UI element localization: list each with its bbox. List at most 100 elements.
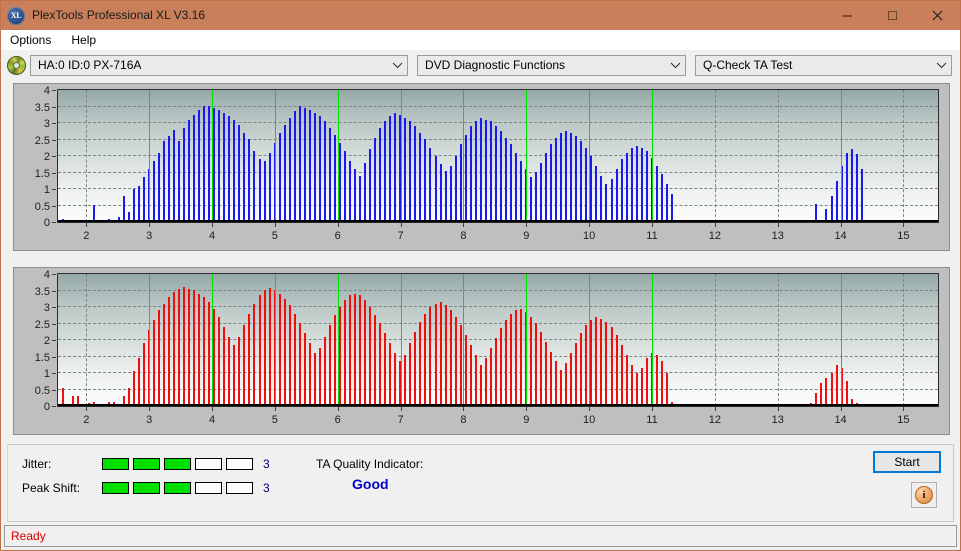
chart-bar — [269, 288, 271, 406]
top-plot-area — [57, 89, 939, 223]
chart-bar — [424, 139, 426, 222]
x-tick — [903, 407, 905, 411]
chart-bar — [485, 358, 487, 406]
chart-bar — [656, 166, 658, 222]
chart-bar — [424, 314, 426, 406]
chart-bar — [616, 169, 618, 222]
chart-bar — [314, 353, 316, 406]
minimize-button[interactable] — [825, 1, 870, 30]
chart-bar — [621, 159, 623, 222]
chart-bar — [133, 371, 135, 406]
chart-bar — [193, 290, 195, 406]
chart-bar — [636, 146, 638, 222]
x-axis-baseline — [58, 220, 938, 222]
marker-line — [149, 274, 150, 406]
function-select[interactable]: DVD Diagnostic Functions — [417, 54, 686, 76]
chart-bar — [238, 337, 240, 406]
x-tick — [212, 407, 213, 411]
x-tick — [337, 407, 339, 411]
indicator-panel: Jitter: 3 Peak Shift: 3 TA Quality Indic… — [7, 444, 954, 522]
jitter-label: Jitter: — [22, 457, 52, 471]
y-tick-label: 2.5 — [34, 318, 50, 331]
gridline-horizontal — [58, 388, 938, 390]
chart-bar — [611, 327, 613, 406]
chart-bar — [836, 181, 838, 222]
peak-shift-segment — [226, 482, 253, 494]
x-tick — [526, 407, 528, 411]
chart-bar — [500, 131, 502, 222]
x-tick — [149, 223, 151, 227]
drive-select[interactable]: HA:0 ID:0 PX-716A — [30, 54, 408, 76]
chart-bar — [470, 126, 472, 222]
chart-bar — [233, 345, 235, 406]
chart-bar — [188, 120, 190, 222]
x-tick-label: 12 — [708, 230, 721, 242]
start-button[interactable]: Start — [873, 451, 941, 473]
chart-bar — [550, 144, 552, 222]
x-tick-label: 5 — [271, 230, 278, 242]
marker-line — [841, 274, 842, 406]
chart-bar — [435, 156, 437, 222]
x-tick — [526, 223, 528, 227]
chart-bar — [349, 295, 351, 406]
x-tick — [903, 223, 905, 227]
close-button[interactable] — [915, 1, 960, 30]
marker-line — [589, 90, 590, 222]
top-y-axis-labels: 0 0.5 1 1.5 2 2.5 3 3.5 4 — [14, 85, 50, 229]
chart-bar — [269, 153, 271, 222]
peak-shift-meter-row: Peak Shift: 3 — [22, 481, 270, 495]
chart-bar — [289, 118, 291, 222]
test-select[interactable]: Q-Check TA Test — [695, 54, 952, 76]
gridline-horizontal — [58, 171, 938, 173]
gridline-horizontal — [58, 138, 938, 140]
chart-bar — [409, 121, 411, 222]
chart-bar — [626, 355, 628, 406]
chart-bar — [339, 143, 341, 222]
chart-bar — [354, 294, 356, 406]
chart-bar — [495, 338, 497, 406]
function-select-value: DVD Diagnostic Functions — [425, 58, 566, 72]
x-tick — [149, 407, 151, 411]
info-button[interactable]: i — [911, 482, 937, 508]
gridline-horizontal — [58, 204, 938, 206]
toolbar: HA:0 ID:0 PX-716A DVD Diagnostic Functio… — [1, 50, 960, 80]
x-tick — [86, 223, 88, 227]
chart-bar — [223, 113, 225, 222]
chart-bar — [213, 108, 215, 222]
chart-bar — [475, 355, 477, 406]
x-tick-label: 3 — [146, 230, 153, 242]
chart-bar — [203, 297, 205, 406]
chart-bar — [540, 163, 542, 222]
x-tick — [400, 223, 402, 227]
chevron-down-icon — [665, 62, 685, 69]
peak-shift-segment — [133, 482, 160, 494]
peak-shift-label: Peak Shift: — [22, 481, 81, 495]
chart-bar — [279, 133, 281, 222]
chart-bar — [590, 320, 592, 406]
chart-bar — [364, 300, 366, 406]
y-tick — [52, 406, 56, 407]
chart-bar — [580, 141, 582, 222]
chart-bar — [510, 314, 512, 406]
x-tick — [274, 223, 276, 227]
chart-bar — [600, 176, 602, 222]
maximize-button[interactable] — [870, 1, 915, 30]
marker-line — [589, 274, 590, 406]
chart-bar — [304, 333, 306, 406]
gridline-vertical — [778, 90, 779, 222]
chart-bar — [505, 138, 507, 222]
peak-shift-value: 3 — [263, 481, 270, 495]
y-tick-label: 0.5 — [34, 384, 50, 397]
chart-bar — [264, 290, 266, 406]
chart-bar — [465, 335, 467, 406]
x-tick-label: 7 — [397, 230, 404, 242]
menu-item-options[interactable]: Options — [8, 32, 59, 49]
chart-bar — [188, 289, 190, 406]
chart-bar — [550, 352, 552, 406]
chart-bar — [379, 323, 381, 406]
x-tick — [274, 407, 276, 411]
chevron-down-icon — [387, 62, 407, 69]
chart-bar — [540, 332, 542, 406]
menu-item-help[interactable]: Help — [69, 32, 104, 49]
chart-bar — [480, 365, 482, 406]
